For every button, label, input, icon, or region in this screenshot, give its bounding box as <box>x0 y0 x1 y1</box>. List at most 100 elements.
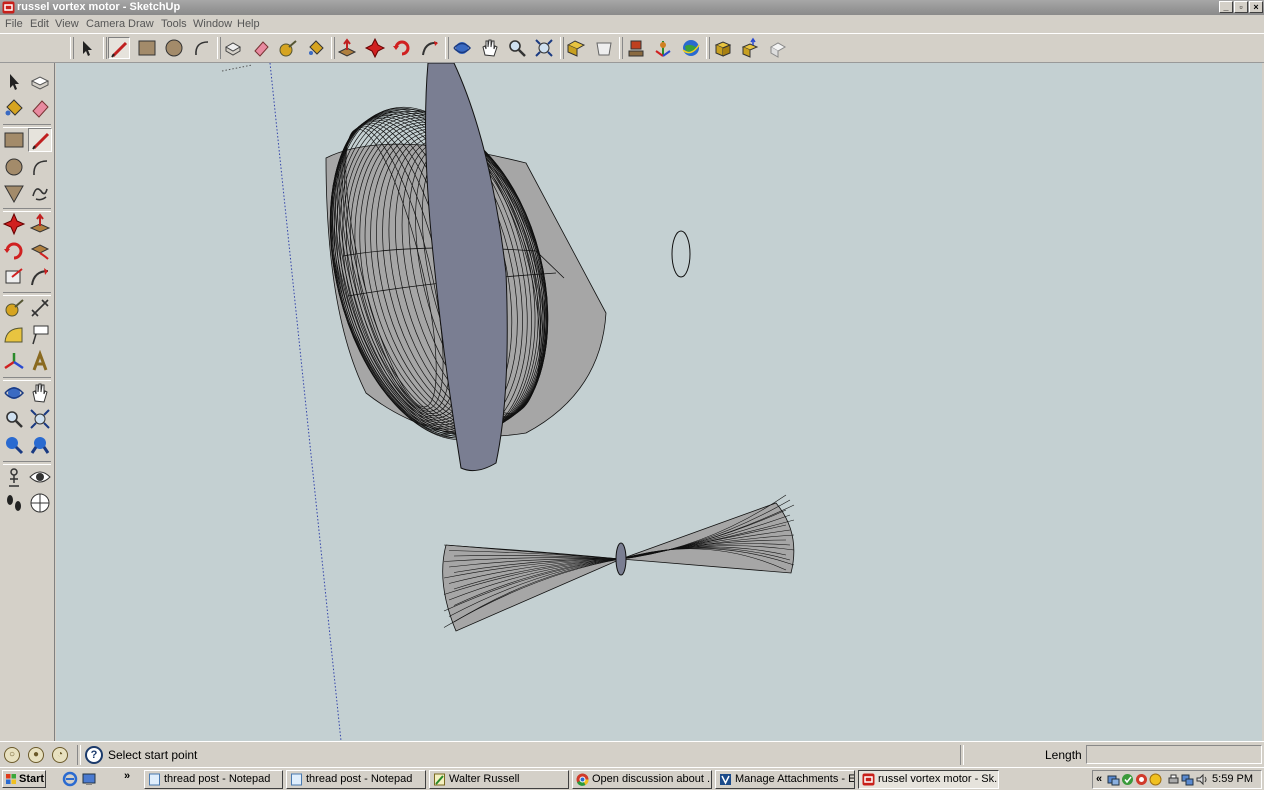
toolbar-grip[interactable] <box>619 37 623 59</box>
menu-file[interactable]: File <box>5 18 23 30</box>
menu-window[interactable]: Window <box>193 18 232 30</box>
measurements-input[interactable] <box>1086 745 1262 764</box>
circle-tool-icon[interactable] <box>163 37 185 59</box>
zoom-extents-icon[interactable] <box>533 37 555 59</box>
desktop-icon[interactable] <box>81 771 97 787</box>
move-tool-icon[interactable] <box>2 212 26 236</box>
rectangle-tool-icon[interactable] <box>136 37 158 59</box>
credits-icon[interactable]: ● <box>28 747 44 763</box>
rotate-tool-icon[interactable] <box>391 37 413 59</box>
minimize-icon[interactable]: _ <box>1219 1 1233 13</box>
zoom-icon[interactable] <box>506 37 528 59</box>
tray-expand-chevron[interactable]: « <box>1096 773 1102 785</box>
arc-tool-icon[interactable] <box>28 155 52 179</box>
quick-launch-overflow[interactable]: » <box>124 770 130 782</box>
freehand-tool-icon[interactable] <box>28 181 52 205</box>
tape-measure-icon[interactable] <box>277 37 299 59</box>
select-tool-icon[interactable] <box>2 70 26 94</box>
antivirus-icon[interactable] <box>1135 773 1148 786</box>
vortex-sphere-model[interactable] <box>299 63 607 472</box>
restore-icon[interactable]: ▫ <box>1234 1 1248 13</box>
select-tool-icon[interactable] <box>75 37 97 59</box>
help-icon[interactable]: ? <box>85 746 103 764</box>
push-pull-icon[interactable] <box>336 37 358 59</box>
toolbar-grip[interactable] <box>445 37 449 59</box>
geo-location-icon[interactable]: ○ <box>4 747 20 763</box>
paint-bucket-icon[interactable] <box>305 37 327 59</box>
drawing-viewport[interactable] <box>56 63 1262 741</box>
task-button[interactable]: Manage Attachments - E... <box>715 770 855 789</box>
task-button[interactable]: thread post - Notepad <box>286 770 426 789</box>
task-button-active[interactable]: russel vortex motor - Sk... <box>858 770 999 789</box>
network-status-icon[interactable] <box>1181 773 1194 786</box>
menu-camera[interactable]: Camera <box>86 18 125 30</box>
task-button[interactable]: thread post - Notepad <box>144 770 283 789</box>
circle-tool-icon[interactable] <box>2 155 26 179</box>
3d-text-icon[interactable] <box>28 350 52 374</box>
task-button[interactable]: Walter Russell <box>429 770 569 789</box>
toolbar-grip[interactable] <box>217 37 221 59</box>
menu-draw[interactable]: Draw <box>128 18 154 30</box>
zoom-icon[interactable] <box>2 407 26 431</box>
zoom-window-icon[interactable] <box>28 407 52 431</box>
previous-view-icon[interactable] <box>565 37 587 59</box>
push-pull-icon[interactable] <box>28 212 52 236</box>
zoom-extents-icon[interactable] <box>28 433 52 457</box>
share-model-icon[interactable] <box>739 37 761 59</box>
axes-icon[interactable] <box>652 37 674 59</box>
ie-icon[interactable] <box>62 771 78 787</box>
printer-icon[interactable] <box>1167 773 1180 786</box>
scale-tool-icon[interactable] <box>2 265 26 289</box>
line-tool-icon[interactable] <box>108 37 130 59</box>
start-button[interactable]: Start <box>2 770 46 788</box>
model-scene[interactable] <box>56 63 1262 741</box>
title-bar[interactable]: russel vortex motor - SketchUp _ ▫ × <box>0 0 1264 15</box>
pan-icon[interactable] <box>478 37 500 59</box>
task-button[interactable]: Open discussion about ... <box>572 770 712 789</box>
vortex-funnels-model[interactable] <box>442 494 795 632</box>
protractor-icon[interactable] <box>2 323 26 347</box>
menu-help[interactable]: Help <box>237 18 260 30</box>
look-around-icon[interactable] <box>28 465 52 489</box>
menu-view[interactable]: View <box>55 18 79 30</box>
toolbar-grip[interactable] <box>103 37 107 59</box>
position-camera-icon[interactable] <box>2 465 26 489</box>
offset-tool-icon[interactable] <box>28 265 52 289</box>
eraser-icon[interactable] <box>28 96 52 120</box>
section-plane-icon[interactable] <box>625 37 647 59</box>
get-models-icon[interactable] <box>712 37 734 59</box>
walk-icon[interactable] <box>2 491 26 515</box>
make-component-icon[interactable] <box>222 37 244 59</box>
volume-icon[interactable] <box>1195 773 1208 786</box>
polygon-tool-icon[interactable] <box>2 181 26 205</box>
follow-me-icon[interactable] <box>28 239 52 263</box>
rotate-tool-icon[interactable] <box>2 239 26 263</box>
make-component-icon[interactable] <box>28 70 52 94</box>
instructor-icon[interactable]: ◔ <box>52 747 68 763</box>
section-plane-icon[interactable] <box>28 491 52 515</box>
share-component-icon[interactable] <box>767 37 789 59</box>
tape-measure-icon[interactable] <box>2 296 26 320</box>
dimension-tool-icon[interactable] <box>28 296 52 320</box>
update-icon[interactable] <box>1121 773 1134 786</box>
line-tool-icon[interactable] <box>28 128 52 152</box>
toolbar-grip[interactable] <box>331 37 335 59</box>
text-tool-icon[interactable] <box>28 323 52 347</box>
small-ring-model[interactable] <box>671 230 691 278</box>
eraser-icon[interactable] <box>250 37 272 59</box>
menu-tools[interactable]: Tools <box>161 18 187 30</box>
toolbar-grip[interactable] <box>560 37 564 59</box>
network-icon[interactable] <box>1107 773 1120 786</box>
google-earth-icon[interactable] <box>680 37 702 59</box>
previous-view-icon[interactable] <box>2 433 26 457</box>
orbit-icon[interactable] <box>2 381 26 405</box>
toolbar-grip[interactable] <box>70 37 74 59</box>
toolbar-grip[interactable] <box>706 37 710 59</box>
orbit-icon[interactable] <box>451 37 473 59</box>
next-view-icon[interactable] <box>593 37 615 59</box>
menu-edit[interactable]: Edit <box>30 18 49 30</box>
arc-tool-icon[interactable] <box>191 37 213 59</box>
follow-me-icon[interactable] <box>419 37 441 59</box>
pan-icon[interactable] <box>28 381 52 405</box>
move-tool-icon[interactable] <box>364 37 386 59</box>
